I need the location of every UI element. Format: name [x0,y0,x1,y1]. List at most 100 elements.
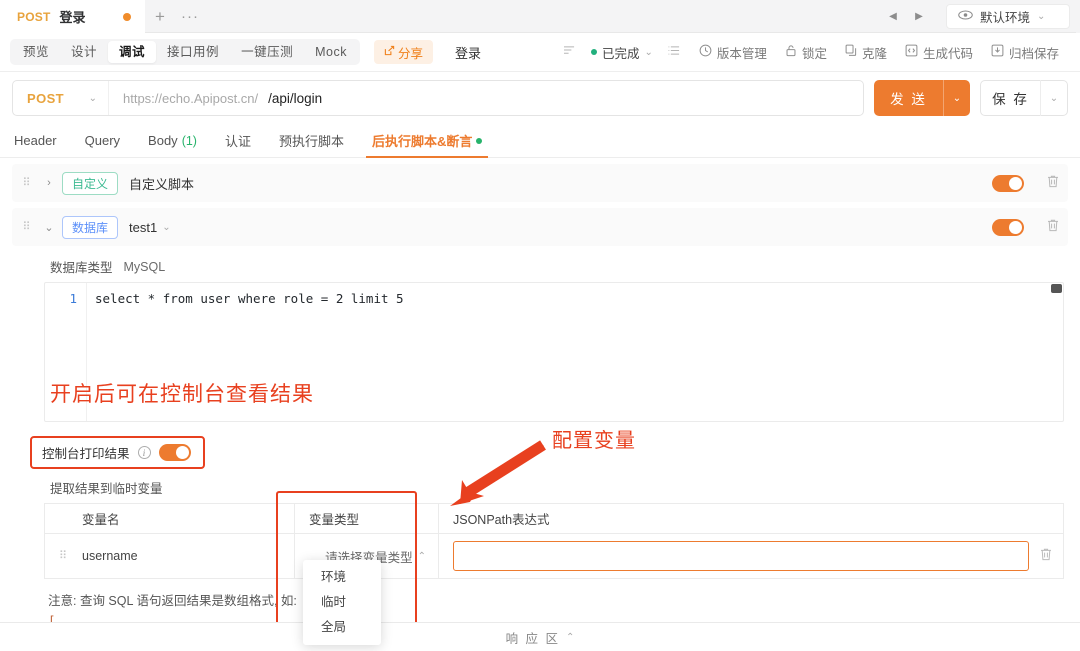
url-bar: POST ⌄ https://echo.Apipost.cn/ /api/log… [0,72,1080,124]
environment-selector[interactable]: 默认环境 ⌄ [946,3,1070,29]
tab-api-cases[interactable]: 接口用例 [156,41,230,63]
version-management-label: 版本管理 [716,46,767,61]
tab-body-label: Body [148,133,178,148]
list-icon [668,45,681,59]
share-button[interactable]: 分享 [373,40,433,64]
new-tab-button[interactable]: + [145,0,175,33]
variable-name-input[interactable]: username [81,549,294,563]
chevron-up-icon: ⌃ [566,631,575,643]
save-button[interactable]: 保 存 ⌄ [980,80,1068,116]
delete-icon[interactable] [1046,174,1060,192]
tab-query-label: Query [84,133,121,148]
chevron-down-icon: ⌄ [644,46,653,58]
script-row-custom[interactable]: ⠿ › 自定义 自定义脚本 [12,164,1068,202]
drag-handle-icon[interactable]: ⠿ [18,221,36,232]
send-button[interactable]: 发 送 ⌄ [874,80,970,116]
unsaved-dot-icon [123,12,131,21]
tab-preview[interactable]: 预览 [12,41,60,63]
tab-auth[interactable]: 认证 [211,124,265,157]
console-print-result-group[interactable]: 控制台打印结果 i [30,436,205,469]
script-row-label: 自定义脚本 [129,176,195,192]
copy-icon [845,44,857,60]
script-enable-toggle[interactable] [992,174,1024,192]
tab-design[interactable]: 设计 [60,41,108,63]
annotation-arrow-icon [450,440,546,506]
info-icon[interactable]: i [137,446,151,459]
tabbar-right-group: ◀ ▶ 默认环境 ⌄ [880,0,1080,32]
chevron-down-icon: ⌄ [88,92,97,104]
version-management-button[interactable]: 版本管理 [690,39,776,65]
url-input[interactable]: https://echo.Apipost.cn/ /api/login [109,91,863,106]
tab-pre-script[interactable]: 预执行脚本 [265,124,358,157]
header-jsonpath: JSONPath表达式 [453,513,550,527]
database-connection-label: test1 [129,219,158,235]
database-connection-selector[interactable]: test1 ⌄ [129,220,171,235]
database-type-value: MySQL [123,259,166,274]
modified-dot-icon [476,137,483,144]
tab-more-button[interactable]: ··· [175,0,205,33]
nav-next-icon[interactable]: ▶ [906,0,932,33]
tab-auth-label: 认证 [224,134,251,149]
header-variable-type: 变量类型 [294,504,439,533]
row-drag-handle-icon[interactable]: ⠿ [45,550,81,561]
dropdown-option-temporary[interactable]: 临时 [303,590,381,615]
dropdown-option-environment[interactable]: 环境 [303,565,381,590]
sort-icon-button[interactable] [554,39,585,65]
tab-debug[interactable]: 调试 [108,41,157,63]
status-dot-icon [591,49,598,55]
toolbar-actions: 已完成 ⌄ 版本管理 锁定 克隆 生成代码 归档保存 [554,39,1068,65]
lock-button[interactable]: 锁定 [776,39,836,65]
tab-title-label: 登录 [59,10,86,25]
database-type-label: 数据库类型 [50,261,113,275]
database-type-row: 数据库类型 MySQL [0,246,1080,282]
annotation-configure-variable: 配置变量 [552,430,636,452]
status-label: 已完成 [602,46,640,61]
request-name-label: 登录 [454,45,481,61]
tab-query[interactable]: Query [71,124,134,157]
chevron-down-icon[interactable]: ⌄ [944,93,970,104]
chevron-down-icon[interactable]: ⌄ [36,221,62,234]
tab-header[interactable]: Header [12,124,71,157]
script-row-controls [992,218,1060,236]
console-print-result-label: 控制台打印结果 [42,447,130,461]
generate-code-label: 生成代码 [922,46,973,61]
http-method-selector[interactable]: POST ⌄ [13,81,109,115]
chevron-down-icon[interactable]: ⌄ [1041,93,1067,104]
url-host-label: https://echo.Apipost.cn/ [123,90,259,106]
url-path-label: /api/login [268,90,323,106]
archive-save-label: 归档保存 [1008,46,1059,61]
tab-post-script-assert[interactable]: 后执行脚本&断言 [358,124,496,158]
archive-save-button[interactable]: 归档保存 [982,39,1068,65]
response-area-bar[interactable]: 响 应 区 ⌃ [0,622,1080,651]
header-variable-name: 变量名 [82,513,120,527]
script-row-database[interactable]: ⠿ ⌄ 数据库 test1 ⌄ [12,208,1068,246]
lock-label: 锁定 [801,46,827,61]
jsonpath-input[interactable] [453,541,1029,571]
tab-stress-test[interactable]: 一键压测 [230,41,304,63]
table-header-row: 变量名 变量类型 JSONPath表达式 [45,504,1063,534]
request-tab-login[interactable]: POST 登录 [0,0,145,33]
nav-prev-icon[interactable]: ◀ [880,0,906,33]
generate-code-button[interactable]: 生成代码 [896,39,982,65]
tab-body[interactable]: Body (1) [134,124,211,157]
clone-button[interactable]: 克隆 [836,39,896,65]
console-print-toggle[interactable] [158,444,191,461]
chevron-right-icon[interactable]: › [36,177,62,189]
row-delete-icon[interactable] [1029,547,1063,565]
status-badge[interactable]: 已完成 ⌄ [585,43,659,62]
chevron-down-icon: ⌄ [1037,10,1046,22]
clone-label: 克隆 [861,46,887,61]
share-label: 分享 [397,46,423,61]
view-toolbar: 预览 设计 调试 接口用例 一键压测 Mock 分享 登录 已完成 ⌄ 版本管理… [0,33,1080,72]
tab-mock[interactable]: Mock [304,41,358,63]
send-label: 发 送 [890,92,927,107]
tab-header-label: Header [14,133,57,148]
variable-type-dropdown-menu[interactable]: 环境 临时 全局 [303,560,381,645]
list-icon-button[interactable] [659,39,690,65]
editor-scrollbar-thumb[interactable] [1051,284,1062,293]
dropdown-option-global[interactable]: 全局 [303,615,381,640]
delete-icon[interactable] [1046,218,1060,236]
drag-handle-icon[interactable]: ⠿ [18,177,36,188]
script-row-controls [992,174,1060,192]
script-enable-toggle[interactable] [992,218,1024,236]
